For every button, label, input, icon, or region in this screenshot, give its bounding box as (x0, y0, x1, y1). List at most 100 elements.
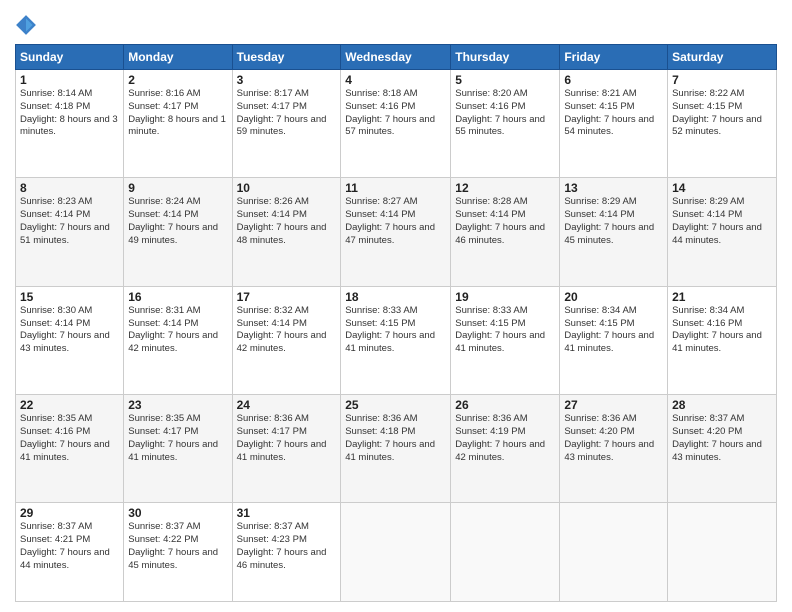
calendar-table: SundayMondayTuesdayWednesdayThursdayFrid… (15, 44, 777, 602)
calendar-cell: 17Sunrise: 8:32 AMSunset: 4:14 PMDayligh… (232, 286, 341, 394)
day-info: Sunrise: 8:14 AMSunset: 4:18 PMDaylight:… (20, 88, 119, 139)
day-number: 24 (237, 398, 337, 412)
calendar-cell (560, 503, 668, 602)
day-number: 7 (672, 73, 772, 87)
day-info: Sunrise: 8:36 AMSunset: 4:20 PMDaylight:… (564, 413, 663, 464)
week-row-3: 15Sunrise: 8:30 AMSunset: 4:14 PMDayligh… (16, 286, 777, 394)
logo (15, 14, 39, 36)
day-number: 18 (345, 290, 446, 304)
day-number: 9 (128, 181, 227, 195)
day-info: Sunrise: 8:31 AMSunset: 4:14 PMDaylight:… (128, 305, 227, 356)
day-number: 16 (128, 290, 227, 304)
page: SundayMondayTuesdayWednesdayThursdayFrid… (0, 0, 792, 612)
week-row-2: 8Sunrise: 8:23 AMSunset: 4:14 PMDaylight… (16, 178, 777, 286)
calendar-cell (451, 503, 560, 602)
week-row-4: 22Sunrise: 8:35 AMSunset: 4:16 PMDayligh… (16, 395, 777, 503)
day-number: 22 (20, 398, 119, 412)
weekday-header-monday: Monday (124, 45, 232, 70)
day-info: Sunrise: 8:18 AMSunset: 4:16 PMDaylight:… (345, 88, 446, 139)
day-info: Sunrise: 8:36 AMSunset: 4:18 PMDaylight:… (345, 413, 446, 464)
logo-icon (15, 14, 37, 36)
day-info: Sunrise: 8:28 AMSunset: 4:14 PMDaylight:… (455, 196, 555, 247)
day-info: Sunrise: 8:24 AMSunset: 4:14 PMDaylight:… (128, 196, 227, 247)
calendar-cell: 22Sunrise: 8:35 AMSunset: 4:16 PMDayligh… (16, 395, 124, 503)
weekday-header-wednesday: Wednesday (341, 45, 451, 70)
calendar-cell: 18Sunrise: 8:33 AMSunset: 4:15 PMDayligh… (341, 286, 451, 394)
weekday-header-saturday: Saturday (668, 45, 777, 70)
week-row-5: 29Sunrise: 8:37 AMSunset: 4:21 PMDayligh… (16, 503, 777, 602)
weekday-header-thursday: Thursday (451, 45, 560, 70)
day-info: Sunrise: 8:37 AMSunset: 4:21 PMDaylight:… (20, 521, 119, 572)
calendar-cell: 16Sunrise: 8:31 AMSunset: 4:14 PMDayligh… (124, 286, 232, 394)
day-info: Sunrise: 8:32 AMSunset: 4:14 PMDaylight:… (237, 305, 337, 356)
day-info: Sunrise: 8:36 AMSunset: 4:17 PMDaylight:… (237, 413, 337, 464)
week-row-1: 1Sunrise: 8:14 AMSunset: 4:18 PMDaylight… (16, 70, 777, 178)
day-info: Sunrise: 8:34 AMSunset: 4:15 PMDaylight:… (564, 305, 663, 356)
day-info: Sunrise: 8:26 AMSunset: 4:14 PMDaylight:… (237, 196, 337, 247)
day-number: 20 (564, 290, 663, 304)
day-info: Sunrise: 8:33 AMSunset: 4:15 PMDaylight:… (345, 305, 446, 356)
day-info: Sunrise: 8:37 AMSunset: 4:20 PMDaylight:… (672, 413, 772, 464)
day-number: 8 (20, 181, 119, 195)
day-info: Sunrise: 8:37 AMSunset: 4:23 PMDaylight:… (237, 521, 337, 572)
day-info: Sunrise: 8:29 AMSunset: 4:14 PMDaylight:… (564, 196, 663, 247)
calendar-cell (341, 503, 451, 602)
calendar-cell: 7Sunrise: 8:22 AMSunset: 4:15 PMDaylight… (668, 70, 777, 178)
day-number: 6 (564, 73, 663, 87)
calendar-cell: 15Sunrise: 8:30 AMSunset: 4:14 PMDayligh… (16, 286, 124, 394)
calendar-cell: 4Sunrise: 8:18 AMSunset: 4:16 PMDaylight… (341, 70, 451, 178)
calendar-cell (668, 503, 777, 602)
calendar-cell: 12Sunrise: 8:28 AMSunset: 4:14 PMDayligh… (451, 178, 560, 286)
day-info: Sunrise: 8:23 AMSunset: 4:14 PMDaylight:… (20, 196, 119, 247)
calendar-cell: 5Sunrise: 8:20 AMSunset: 4:16 PMDaylight… (451, 70, 560, 178)
day-info: Sunrise: 8:36 AMSunset: 4:19 PMDaylight:… (455, 413, 555, 464)
calendar-cell: 2Sunrise: 8:16 AMSunset: 4:17 PMDaylight… (124, 70, 232, 178)
day-number: 1 (20, 73, 119, 87)
day-info: Sunrise: 8:30 AMSunset: 4:14 PMDaylight:… (20, 305, 119, 356)
day-number: 2 (128, 73, 227, 87)
calendar-cell: 14Sunrise: 8:29 AMSunset: 4:14 PMDayligh… (668, 178, 777, 286)
day-info: Sunrise: 8:33 AMSunset: 4:15 PMDaylight:… (455, 305, 555, 356)
weekday-header-row: SundayMondayTuesdayWednesdayThursdayFrid… (16, 45, 777, 70)
day-number: 17 (237, 290, 337, 304)
day-info: Sunrise: 8:34 AMSunset: 4:16 PMDaylight:… (672, 305, 772, 356)
calendar-cell: 20Sunrise: 8:34 AMSunset: 4:15 PMDayligh… (560, 286, 668, 394)
calendar-cell: 26Sunrise: 8:36 AMSunset: 4:19 PMDayligh… (451, 395, 560, 503)
calendar-cell: 23Sunrise: 8:35 AMSunset: 4:17 PMDayligh… (124, 395, 232, 503)
day-info: Sunrise: 8:35 AMSunset: 4:16 PMDaylight:… (20, 413, 119, 464)
day-number: 13 (564, 181, 663, 195)
calendar-cell: 21Sunrise: 8:34 AMSunset: 4:16 PMDayligh… (668, 286, 777, 394)
calendar-cell: 24Sunrise: 8:36 AMSunset: 4:17 PMDayligh… (232, 395, 341, 503)
day-number: 5 (455, 73, 555, 87)
day-info: Sunrise: 8:21 AMSunset: 4:15 PMDaylight:… (564, 88, 663, 139)
day-number: 30 (128, 506, 227, 520)
day-info: Sunrise: 8:27 AMSunset: 4:14 PMDaylight:… (345, 196, 446, 247)
calendar-cell: 1Sunrise: 8:14 AMSunset: 4:18 PMDaylight… (16, 70, 124, 178)
day-number: 21 (672, 290, 772, 304)
calendar-cell: 31Sunrise: 8:37 AMSunset: 4:23 PMDayligh… (232, 503, 341, 602)
day-number: 28 (672, 398, 772, 412)
calendar-cell: 28Sunrise: 8:37 AMSunset: 4:20 PMDayligh… (668, 395, 777, 503)
day-number: 31 (237, 506, 337, 520)
day-info: Sunrise: 8:35 AMSunset: 4:17 PMDaylight:… (128, 413, 227, 464)
day-info: Sunrise: 8:20 AMSunset: 4:16 PMDaylight:… (455, 88, 555, 139)
day-info: Sunrise: 8:16 AMSunset: 4:17 PMDaylight:… (128, 88, 227, 139)
day-number: 27 (564, 398, 663, 412)
day-number: 12 (455, 181, 555, 195)
day-number: 4 (345, 73, 446, 87)
calendar-cell: 29Sunrise: 8:37 AMSunset: 4:21 PMDayligh… (16, 503, 124, 602)
day-number: 25 (345, 398, 446, 412)
weekday-header-friday: Friday (560, 45, 668, 70)
calendar-cell: 8Sunrise: 8:23 AMSunset: 4:14 PMDaylight… (16, 178, 124, 286)
day-info: Sunrise: 8:22 AMSunset: 4:15 PMDaylight:… (672, 88, 772, 139)
calendar-cell: 30Sunrise: 8:37 AMSunset: 4:22 PMDayligh… (124, 503, 232, 602)
day-number: 11 (345, 181, 446, 195)
calendar-cell: 9Sunrise: 8:24 AMSunset: 4:14 PMDaylight… (124, 178, 232, 286)
weekday-header-sunday: Sunday (16, 45, 124, 70)
day-number: 23 (128, 398, 227, 412)
weekday-header-tuesday: Tuesday (232, 45, 341, 70)
calendar-cell: 27Sunrise: 8:36 AMSunset: 4:20 PMDayligh… (560, 395, 668, 503)
day-number: 19 (455, 290, 555, 304)
calendar-cell: 3Sunrise: 8:17 AMSunset: 4:17 PMDaylight… (232, 70, 341, 178)
calendar-cell: 11Sunrise: 8:27 AMSunset: 4:14 PMDayligh… (341, 178, 451, 286)
